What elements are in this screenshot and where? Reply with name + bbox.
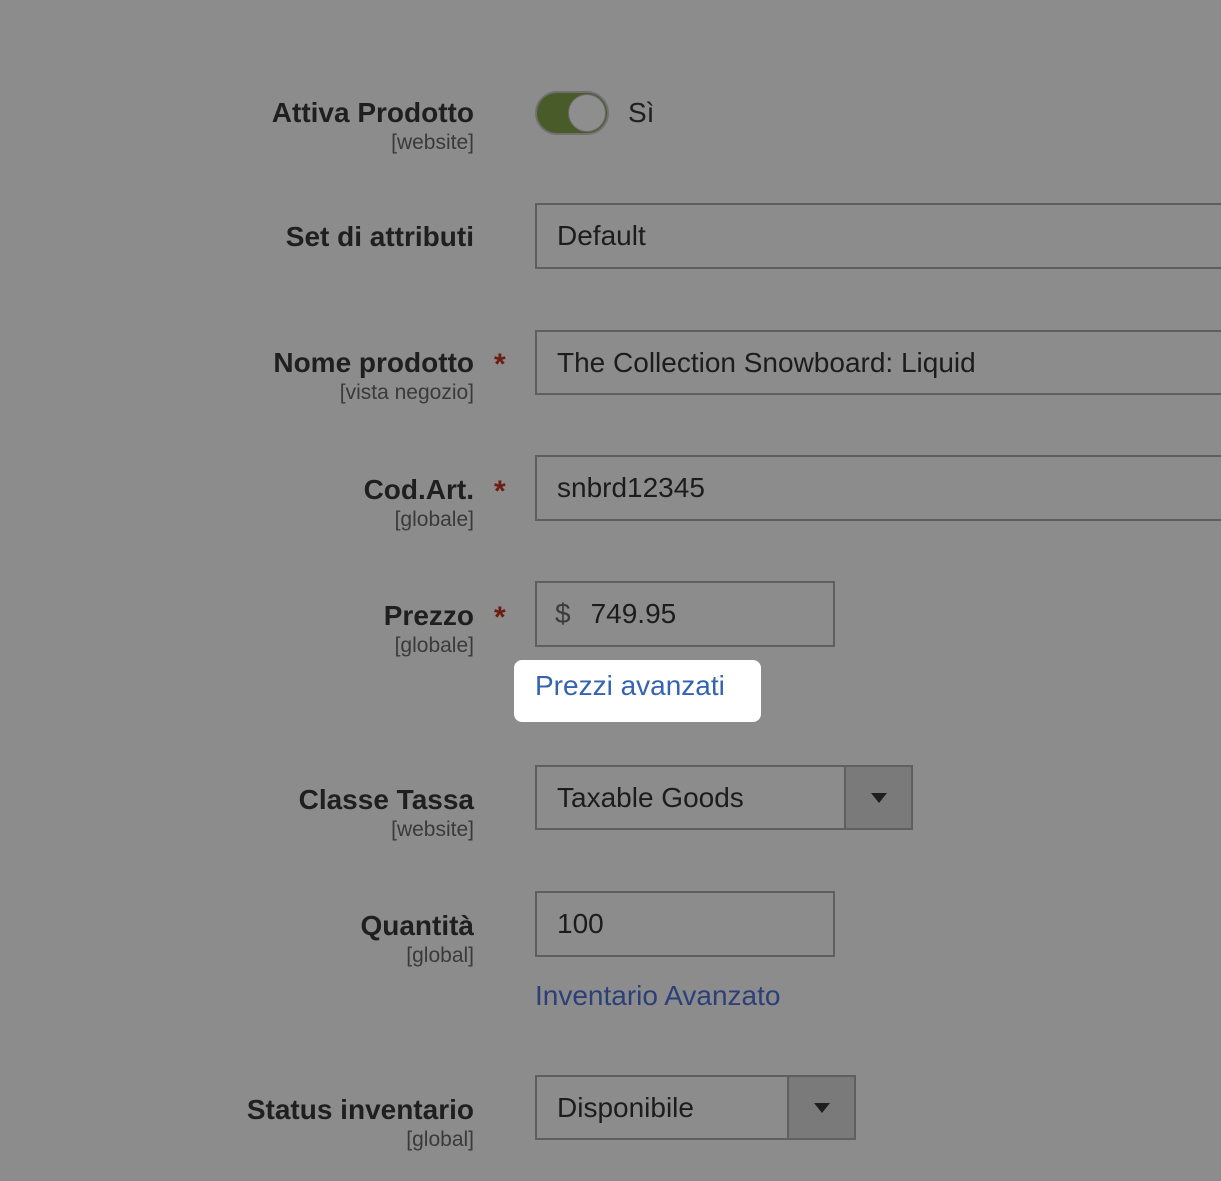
stock-status-select[interactable]: Disponibile (535, 1075, 856, 1140)
sku-label: Cod.Art. (363, 474, 474, 505)
tax-class-dropdown-toggle[interactable] (844, 767, 911, 828)
advanced-pricing-highlight: Prezzi avanzati (514, 660, 761, 722)
stock-status-label: Status inventario (246, 1094, 474, 1125)
stock-status-dropdown-toggle[interactable] (787, 1077, 854, 1138)
attribute-set-label-group: Set di attributi (286, 220, 474, 254)
price-scope: [globale] (394, 634, 474, 657)
tax-class-scope: [website] (391, 818, 474, 841)
sku-required-mark: * (494, 475, 506, 508)
attribute-set-label: Set di attributi (285, 221, 474, 252)
product-name-scope: [vista negozio] (339, 381, 474, 404)
quantity-scope: [global] (406, 944, 474, 967)
stock-status-scope: [global] (406, 1128, 474, 1151)
active-toggle[interactable] (535, 91, 609, 135)
stock-status-value: Disponibile (557, 1092, 694, 1123)
product-name-label: Nome prodotto (273, 347, 474, 378)
stock-status-label-group: Status inventario [global] (247, 1093, 474, 1153)
quantity-label: Quantità (360, 910, 474, 941)
product-name-input[interactable]: The Collection Snowboard: Liquid (535, 330, 1221, 395)
attribute-set-select[interactable]: Default (535, 203, 1221, 269)
tax-class-label-group: Classe Tassa [website] (299, 783, 474, 843)
advanced-inventory-link[interactable]: Inventario Avanzato (535, 979, 780, 1013)
tax-class-select[interactable]: Taxable Goods (535, 765, 913, 830)
active-scope: [website] (391, 131, 474, 154)
price-required-mark: * (494, 601, 506, 634)
sku-label-group: Cod.Art. [globale] (364, 473, 474, 533)
toggle-knob (568, 94, 606, 132)
sku-input[interactable]: snbrd12345 (535, 455, 1221, 521)
active-label-group: Attiva Prodotto [website] (272, 96, 474, 156)
active-toggle-label: Sì (628, 97, 655, 128)
sku-scope: [globale] (394, 508, 474, 531)
triangle-down-icon (813, 1102, 830, 1113)
product-form: Attiva Prodotto [website] Sì Set di attr… (0, 0, 1221, 1181)
tax-class-label: Classe Tassa (298, 784, 474, 815)
product-name-label-group: Nome prodotto [vista negozio] (273, 346, 474, 406)
price-value: 749.95 (590, 598, 677, 629)
quantity-input[interactable]: 100 (535, 891, 835, 957)
price-label: Prezzo (383, 600, 474, 631)
quantity-label-group: Quantità [global] (360, 909, 474, 969)
price-label-group: Prezzo [globale] (384, 599, 474, 659)
product-name-required-mark: * (494, 348, 506, 381)
advanced-pricing-link[interactable]: Prezzi avanzati (535, 669, 725, 703)
price-input[interactable]: $749.95 (535, 581, 835, 647)
triangle-down-icon (870, 792, 887, 803)
tax-class-value: Taxable Goods (557, 782, 744, 813)
currency-symbol: $ (555, 598, 571, 629)
active-label: Attiva Prodotto (271, 97, 474, 128)
